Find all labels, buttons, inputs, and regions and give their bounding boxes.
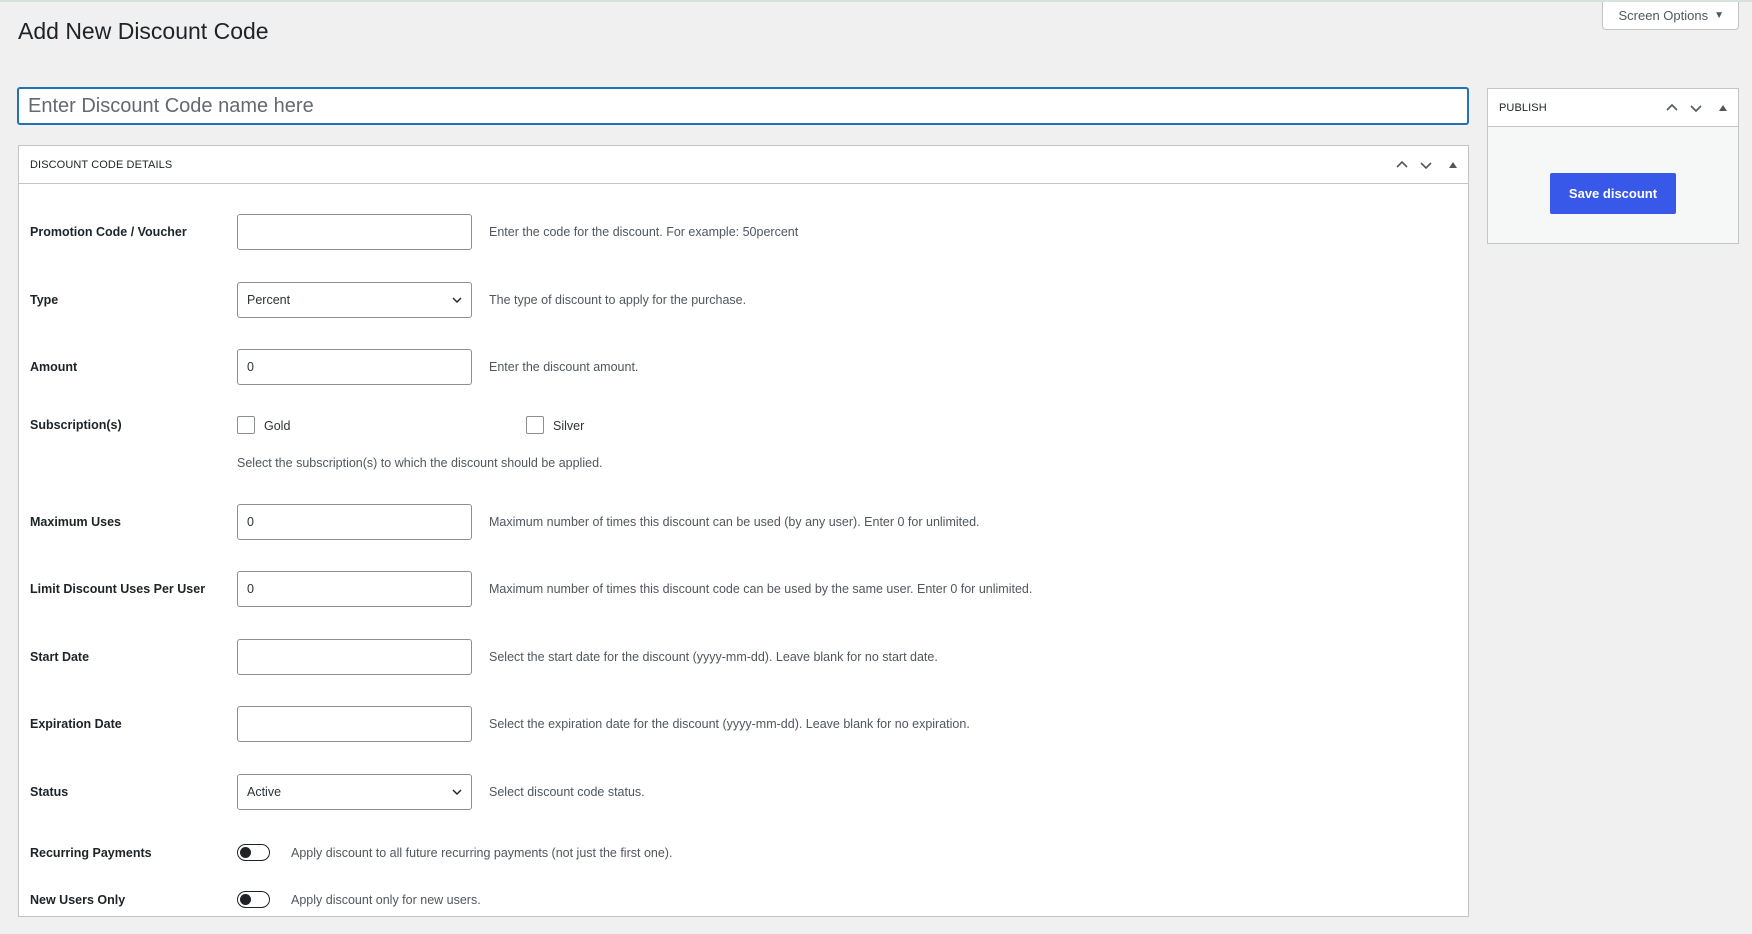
details-box-header: Discount Code Details	[19, 146, 1468, 184]
move-down-button[interactable]	[1414, 146, 1438, 184]
promo-code-input[interactable]	[237, 214, 472, 250]
toggle-knob	[240, 894, 251, 905]
toggle-panel-button[interactable]	[1708, 89, 1738, 127]
box-handles	[1660, 89, 1738, 127]
start-date-description: Select the start date for the discount (…	[489, 650, 938, 664]
type-description: The type of discount to apply for the pu…	[489, 293, 747, 307]
save-discount-button[interactable]: Save discount	[1550, 173, 1676, 214]
gold-checkbox[interactable]	[237, 416, 255, 434]
chevron-down-icon	[1420, 162, 1432, 170]
silver-checkbox[interactable]	[526, 416, 544, 434]
max-uses-input[interactable]: 0	[237, 504, 472, 540]
expiration-date-label: Expiration Date	[30, 717, 122, 731]
max-uses-label: Maximum Uses	[30, 515, 122, 529]
type-select-value: Percent	[247, 293, 291, 307]
discount-details-box: Discount Code Details Promotion Code / V…	[18, 145, 1469, 917]
expiration-date-description: Select the expiration date for the disco…	[489, 717, 970, 731]
details-box-title: Discount Code Details	[30, 158, 173, 171]
limit-per-user-description: Maximum number of times this discount co…	[489, 582, 1033, 596]
max-uses-description: Maximum number of times this discount ca…	[489, 515, 980, 529]
publish-box: Publish Save discount	[1487, 88, 1739, 244]
caret-down-icon: ▼	[1714, 10, 1724, 21]
box-handles	[1390, 146, 1468, 184]
status-label: Status	[30, 785, 69, 799]
chevron-down-icon	[1690, 105, 1702, 113]
page-title: Add New Discount Code	[18, 18, 269, 44]
move-up-button[interactable]	[1390, 146, 1414, 184]
new-users-description: Apply discount only for new users.	[291, 893, 481, 907]
chevron-up-icon	[1396, 160, 1408, 168]
limit-per-user-label: Limit Discount Uses Per User	[30, 582, 206, 596]
recurring-label: Recurring Payments	[30, 846, 152, 860]
status-select[interactable]: Active	[237, 774, 472, 810]
amount-description: Enter the discount amount.	[489, 360, 639, 374]
new-users-label: New Users Only	[30, 893, 126, 907]
promo-code-label: Promotion Code / Voucher	[30, 225, 187, 239]
chevron-down-icon	[452, 297, 462, 303]
subscriptions-label: Subscription(s)	[30, 418, 122, 432]
recurring-description: Apply discount to all future recurring p…	[291, 846, 673, 860]
top-border	[0, 0, 1752, 2]
type-label: Type	[30, 293, 59, 307]
chevron-down-icon	[452, 789, 462, 795]
start-date-input[interactable]	[237, 639, 472, 675]
screen-options-button[interactable]: Screen Options ▼	[1602, 2, 1739, 30]
amount-input[interactable]: 0	[237, 349, 472, 385]
start-date-label: Start Date	[30, 650, 90, 664]
new-users-toggle[interactable]	[237, 891, 270, 908]
promo-code-description: Enter the code for the discount. For exa…	[489, 225, 799, 239]
move-down-button[interactable]	[1684, 89, 1708, 127]
recurring-toggle[interactable]	[237, 844, 270, 861]
expiration-date-input[interactable]	[237, 706, 472, 742]
amount-label: Amount	[30, 360, 78, 374]
triangle-up-icon	[1719, 105, 1727, 111]
type-select[interactable]: Percent	[237, 282, 472, 318]
toggle-panel-button[interactable]	[1438, 146, 1468, 184]
publish-box-header: Publish	[1488, 89, 1738, 127]
silver-label: Silver	[553, 419, 585, 433]
screen-options-label: Screen Options	[1618, 8, 1709, 23]
status-description: Select discount code status.	[489, 785, 645, 799]
status-select-value: Active	[247, 785, 282, 799]
limit-per-user-input[interactable]: 0	[237, 571, 472, 607]
publish-box-title: Publish	[1499, 101, 1547, 114]
discount-name-input[interactable]	[18, 88, 1468, 124]
toggle-knob	[240, 847, 251, 858]
gold-label: Gold	[264, 419, 291, 433]
move-up-button[interactable]	[1660, 89, 1684, 127]
chevron-up-icon	[1666, 103, 1678, 111]
triangle-up-icon	[1449, 162, 1457, 168]
subscriptions-description: Select the subscription(s) to which the …	[237, 456, 603, 470]
